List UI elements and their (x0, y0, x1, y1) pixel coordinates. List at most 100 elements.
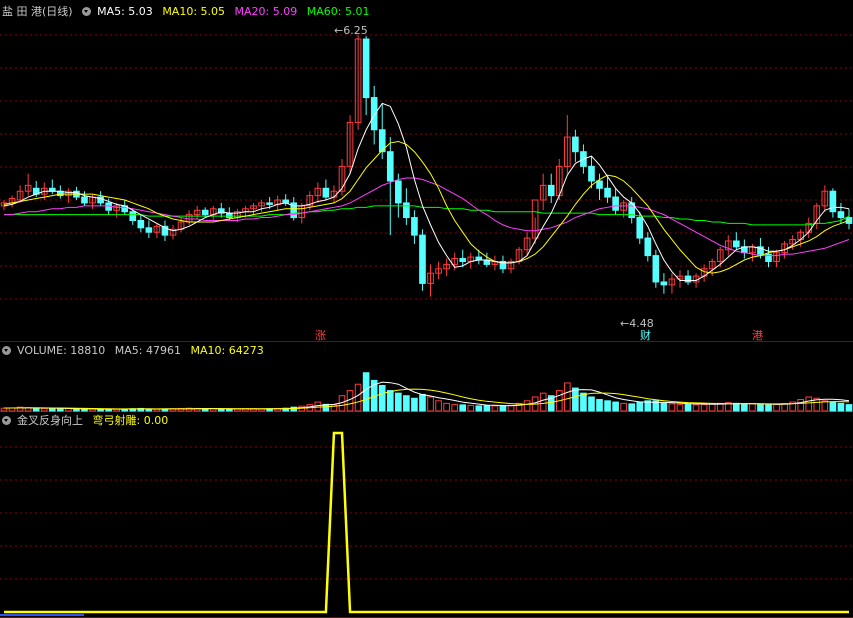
volume-bar (765, 404, 772, 412)
volume-bar (32, 407, 40, 412)
vol_ma10-line (4, 388, 849, 410)
volume-bar (564, 382, 571, 412)
ma60-value: MA60: 5.01 (306, 5, 370, 18)
candle-body (81, 196, 88, 204)
volume-bar (837, 402, 845, 412)
indicator-pane[interactable]: 金叉反身向上 弯弓射雕: 0.00 (0, 412, 853, 618)
price-chart[interactable] (0, 0, 853, 342)
ma10-value: MA10: 5.05 (162, 5, 226, 18)
candle-body (201, 209, 209, 216)
volume-bar (596, 399, 603, 412)
volume-bar (386, 390, 394, 412)
volume-bar (483, 405, 491, 412)
volume-bar (0, 407, 8, 412)
candle-body (137, 219, 145, 229)
price-legend: 盐 田 港(日线) MA5: 5.03 MA10: 5.05 MA20: 5.0… (2, 4, 375, 20)
high-price-label: ←6.25 (334, 24, 368, 37)
candle-body (266, 202, 273, 205)
candle-body (145, 227, 153, 233)
price-pane[interactable]: 盐 田 港(日线) MA5: 5.03 MA10: 5.05 MA20: 5.0… (0, 0, 853, 342)
volume-pane[interactable]: VOLUME: 18810 MA5: 47961 MA10: 64273 (0, 342, 853, 412)
volume-bar (700, 404, 708, 412)
candle-body (644, 237, 652, 257)
indicator-name[interactable]: 金叉反身向上 (17, 414, 83, 427)
volume-bar (427, 396, 434, 412)
legend-menu-icon[interactable] (82, 6, 92, 16)
candle-body (395, 180, 402, 204)
candle-body (411, 217, 418, 236)
volume-legend: VOLUME: 18810 MA5: 47961 MA10: 64273 (2, 343, 270, 359)
candle-body (636, 217, 644, 239)
candle-body (547, 184, 555, 197)
indicator-field: 弯弓射雕: 0.00 (92, 414, 169, 427)
volume-bar (40, 407, 48, 412)
candle-body (684, 275, 692, 283)
candle-body (322, 187, 330, 198)
volume-bar (57, 408, 64, 412)
vol-ma5-value: MA5: 47961 (114, 344, 181, 357)
candle-body (596, 180, 603, 189)
volume-bar (435, 400, 442, 412)
candle-body (652, 255, 660, 283)
volume-bar (829, 401, 837, 412)
candle-body (837, 211, 845, 219)
indicator-menu-icon[interactable] (2, 415, 11, 425)
candle-body (386, 151, 394, 182)
volume-bar (443, 402, 450, 412)
volume-bar (588, 396, 595, 412)
volume-bar (757, 404, 764, 412)
candle-body (362, 38, 370, 99)
volume-bar (749, 403, 756, 412)
volume-bar (403, 395, 410, 412)
volume-bar (314, 401, 322, 412)
ma5-line (3, 102, 850, 281)
volume-bar (741, 403, 748, 412)
candle-body (660, 281, 668, 286)
volume-bar (604, 400, 611, 412)
volume-bar (153, 408, 161, 412)
event-marker-zhang[interactable]: 涨 (315, 327, 326, 343)
candle-body (588, 165, 595, 182)
event-marker-cai[interactable]: 财 (640, 327, 651, 343)
event-marker-gang[interactable]: 港 (752, 327, 763, 343)
volume-bar (797, 399, 805, 412)
candle-body (459, 258, 467, 262)
volume-bar (732, 402, 740, 412)
volume-bar (539, 392, 547, 412)
volume-bar (491, 405, 499, 412)
volume-bar (395, 392, 402, 412)
ma5-value: MA5: 5.03 (97, 5, 153, 18)
volume-bar (459, 404, 467, 412)
volume-bar (692, 404, 700, 412)
volume-bar (475, 405, 483, 412)
volume-value: VOLUME: 18810 (17, 344, 106, 357)
volume-bar (612, 401, 619, 412)
volume-bar (48, 408, 56, 412)
volume-bar (572, 387, 579, 412)
period-label: (日线) (42, 5, 73, 18)
volume-bar (773, 403, 780, 412)
volume-bar (523, 400, 531, 412)
volume-bar (660, 402, 668, 412)
volume-bar (81, 408, 88, 412)
signal-line (4, 431, 849, 614)
indicator-chart[interactable] (0, 412, 853, 618)
candle-body (226, 212, 233, 219)
volume-bar (628, 403, 636, 412)
volume-bar (467, 404, 475, 412)
volume-menu-icon[interactable] (2, 345, 11, 355)
volume-bar (451, 404, 458, 412)
volume-bar (362, 372, 370, 412)
stock-name[interactable]: 盐 田 港 (2, 5, 42, 18)
indicator-legend: 金叉反身向上 弯弓射雕: 0.00 (2, 413, 174, 429)
candle-body (612, 196, 619, 211)
candle-body (845, 217, 853, 224)
candle-body (403, 202, 410, 219)
vol_ma5-line (4, 381, 850, 410)
volume-bar (684, 403, 692, 412)
volume-bar (499, 405, 507, 412)
candle-body (370, 97, 378, 131)
volume-bar (805, 396, 813, 412)
volume-bar (226, 408, 233, 412)
volume-bar (845, 404, 853, 412)
